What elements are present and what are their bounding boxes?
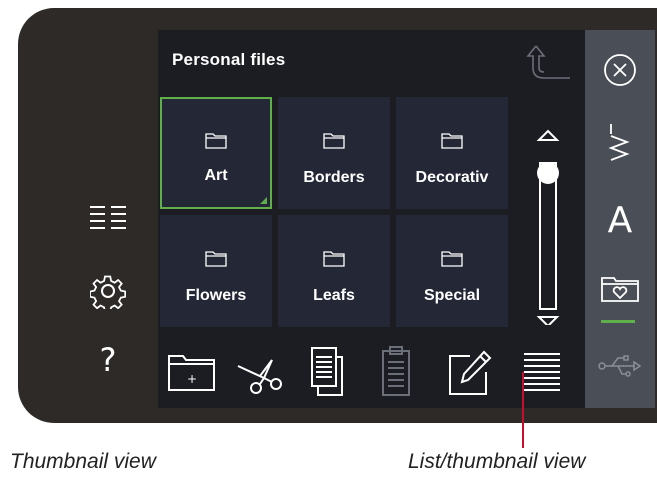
back-arrow-icon[interactable] xyxy=(522,42,572,88)
folder-icon xyxy=(323,251,345,267)
page-title: Personal files xyxy=(172,50,286,69)
scroll-down-icon xyxy=(536,316,560,328)
stitch-menu-icon[interactable] xyxy=(590,112,650,172)
file-manager-screen: Personal files Art Borders Decorativ Flo… xyxy=(158,30,585,408)
callout-line xyxy=(522,372,524,448)
new-folder-plus: + xyxy=(186,372,196,386)
caption-thumbnail-view: Thumbnail view xyxy=(10,450,156,473)
folder-label: Flowers xyxy=(185,287,247,304)
scrollbar[interactable] xyxy=(533,125,563,328)
close-icon[interactable] xyxy=(590,40,650,100)
folder-icon xyxy=(323,133,345,149)
caption-list-thumbnail-view: List/thumbnail view xyxy=(408,450,586,473)
paste-icon[interactable] xyxy=(368,343,423,401)
settings-gear-icon[interactable] xyxy=(78,266,138,316)
folder-tile-decorative[interactable]: Decorativ xyxy=(396,97,508,209)
left-icon-column: ? xyxy=(78,193,138,393)
folder-tile-leafs[interactable]: Leafs xyxy=(278,215,390,327)
folder-label: Art xyxy=(204,167,228,184)
machine-panel: ? Personal files Art Borders Decorativ F… xyxy=(18,8,657,423)
scroll-thumb xyxy=(537,162,559,184)
usb-icon[interactable] xyxy=(590,336,650,396)
list-icon[interactable] xyxy=(78,193,138,243)
help-label: ? xyxy=(99,341,117,379)
new-folder-icon[interactable]: + xyxy=(164,343,219,401)
folder-label: Special xyxy=(423,287,481,304)
folder-grid: Art Borders Decorativ Flowers Leafs Spec… xyxy=(160,97,510,331)
file-manager-icon[interactable] xyxy=(590,258,650,318)
active-indicator xyxy=(601,320,635,323)
font-icon[interactable]: A xyxy=(590,190,650,250)
folder-icon xyxy=(441,251,463,267)
right-sidebar: A xyxy=(585,30,655,408)
folder-label: Borders xyxy=(303,169,365,186)
scroll-up-icon xyxy=(536,129,560,141)
rename-icon[interactable] xyxy=(442,343,497,401)
selection-corner xyxy=(260,197,267,204)
cut-icon[interactable] xyxy=(232,343,287,401)
font-icon-label: A xyxy=(607,199,633,241)
folder-label: Decorativ xyxy=(415,169,489,186)
file-toolbar: + xyxy=(158,335,585,408)
copy-icon[interactable] xyxy=(300,343,355,401)
folder-icon xyxy=(205,251,227,267)
help-icon[interactable]: ? xyxy=(78,335,138,385)
folder-tile-art[interactable]: Art xyxy=(160,97,272,209)
folder-tile-special[interactable]: Special xyxy=(396,215,508,327)
folder-tile-flowers[interactable]: Flowers xyxy=(160,215,272,327)
folder-icon xyxy=(441,133,463,149)
folder-tile-borders[interactable]: Borders xyxy=(278,97,390,209)
folder-icon xyxy=(205,133,227,149)
folder-label: Leafs xyxy=(313,287,355,304)
